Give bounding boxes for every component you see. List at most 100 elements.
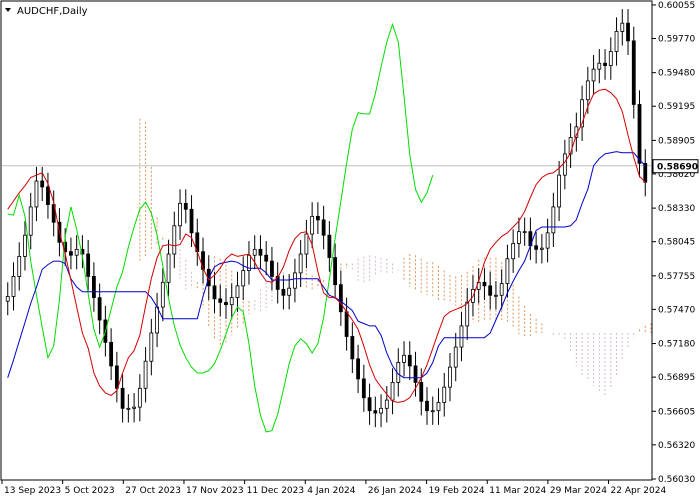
candle-body [465, 301, 470, 327]
candle-body [281, 288, 286, 296]
indicator-lines-layer [7, 22, 646, 433]
x-tick-label: 19 Feb 2024 [429, 486, 485, 496]
candle-body [499, 283, 504, 296]
x-tick-label: 27 Oct 2023 [125, 486, 181, 496]
candle-body [160, 281, 165, 308]
candle-body [252, 248, 257, 256]
candle-body [522, 231, 527, 234]
y-tick-label: 0.59480 [658, 69, 695, 79]
candle-body [224, 301, 228, 306]
candle-body [183, 202, 188, 210]
plot-frame [0, 0, 653, 481]
candle-body [155, 306, 159, 334]
x-tick-label: 4 Jan 2024 [307, 486, 355, 496]
candle-body [608, 51, 613, 67]
candle-body [338, 284, 343, 313]
x-tick-label: 26 Jan 2024 [368, 486, 422, 496]
candle-body [557, 174, 562, 208]
candle-body [149, 332, 154, 362]
candle-body [172, 225, 177, 255]
current-price-label: 0.58690 [657, 163, 698, 173]
candle-body [40, 180, 45, 188]
candle-body [137, 387, 142, 408]
candle-body [631, 40, 636, 105]
candle-body [384, 399, 389, 409]
candle-body [591, 68, 596, 82]
candles-layer [5, 9, 648, 428]
candle-body [614, 31, 619, 52]
candle-body [114, 365, 119, 389]
candle-body [69, 251, 73, 256]
y-tick-label: 0.57755 [658, 272, 695, 282]
candle-body [425, 400, 429, 412]
chart-header[interactable]: AUDCHF,Daily [5, 6, 88, 17]
candle-body [407, 354, 412, 367]
candle-body [126, 407, 131, 410]
candle-body [430, 410, 435, 413]
x-tick-label: 22 Apr 2024 [611, 486, 667, 496]
candle-body [361, 378, 366, 399]
candle-body [413, 365, 418, 383]
candle-body [143, 360, 148, 389]
candle-body [545, 232, 550, 249]
y-tick-label: 0.56030 [658, 475, 695, 485]
candle-body [488, 285, 493, 296]
candle-body [293, 272, 297, 289]
candle-body [620, 22, 625, 32]
x-tick-label: 11 Dec 2023 [247, 486, 305, 496]
candle-body [212, 285, 217, 300]
candle-body [287, 287, 292, 296]
candle-body [436, 402, 441, 412]
tenkan-sen-line [7, 88, 646, 403]
triangle-down-icon[interactable] [5, 8, 11, 12]
candle-body [310, 215, 315, 235]
candle-body [534, 245, 539, 250]
candle-body [356, 358, 360, 380]
y-tick-label: 0.59770 [658, 35, 695, 45]
candle-body [637, 104, 642, 164]
ichimoku-chart[interactable]: 0.60055 0.59770 0.59480 0.59195 0.58905 0.586… [0, 0, 700, 500]
candle-body [46, 186, 50, 205]
candle-body [379, 407, 383, 414]
x-tick-label: 17 Nov 2023 [186, 486, 244, 496]
candle-body [304, 233, 309, 255]
candle-body [166, 253, 171, 283]
candle-body [258, 248, 263, 256]
candle-body [459, 325, 464, 348]
current-price-marker: 0.58690 [652, 159, 699, 174]
candle-body [5, 296, 10, 302]
candle-body [327, 234, 332, 258]
symbol-title: AUDCHF,Daily [17, 6, 88, 17]
candle-body [453, 346, 458, 368]
candle-body [511, 243, 516, 260]
x-tick-label: 5 Oct 2023 [65, 486, 115, 496]
y-tick-label: 0.58330 [658, 204, 695, 214]
y-tick-label: 0.56895 [658, 373, 695, 383]
candle-body [517, 231, 521, 244]
cloud-layer [139, 118, 652, 397]
candle-body [23, 234, 27, 257]
candle-body [402, 354, 406, 363]
candle-body [298, 253, 303, 274]
candle-body [603, 62, 607, 67]
x-tick-label: 11 Mar 2024 [489, 486, 546, 496]
y-tick-label: 0.57470 [658, 305, 695, 315]
candle-body [344, 311, 349, 337]
candle-body [17, 255, 22, 277]
candle-body [539, 247, 544, 250]
y-tick-label: 0.58905 [658, 136, 695, 146]
kijun-sen-line [7, 151, 646, 379]
candle-body [585, 80, 590, 101]
candle-body [390, 382, 395, 401]
candle-body [597, 62, 602, 70]
y-tick-label: 0.59195 [658, 102, 695, 112]
candle-body [350, 336, 355, 360]
candle-body [235, 285, 240, 299]
candle-body [97, 297, 102, 321]
chart-root: 0.60055 0.59770 0.59480 0.59195 0.58905 0.586… [0, 0, 700, 500]
candle-body [551, 206, 556, 234]
candle-body [74, 248, 79, 256]
x-tick-label: 29 Mar 2024 [550, 486, 607, 496]
candle-body [109, 341, 114, 367]
x-axis: 13 Sep 2023 5 Oct 2023 27 Oct 2023 17 Nov 2… [1, 480, 667, 496]
